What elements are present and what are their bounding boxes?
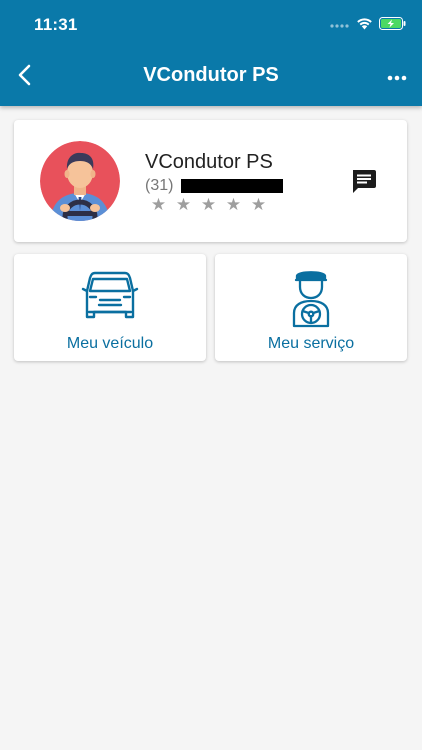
battery-icon (379, 17, 406, 35)
more-options-button[interactable] (384, 66, 410, 88)
phone-number: (31) (145, 177, 284, 195)
chat-button[interactable] (350, 168, 377, 195)
star-icon: ★ (200, 195, 217, 214)
chat-icon (350, 170, 377, 199)
signal-icon (330, 17, 350, 35)
app-header: 11:31 VCondutor PS (0, 0, 422, 106)
redacted-phone (181, 179, 284, 193)
star-icon: ★ (150, 195, 167, 214)
status-bar: 11:31 (0, 0, 422, 50)
my-vehicle-label: Meu veículo (66, 335, 154, 352)
page-title: VCondutor PS (143, 64, 279, 86)
car-icon (14, 267, 206, 327)
star-icon: ★ (250, 195, 267, 214)
wifi-icon (356, 17, 373, 35)
my-service-button[interactable]: Meu serviço (215, 254, 407, 361)
driver-avatar-icon (40, 141, 120, 221)
profile-card: VCondutor PS (31) ★ ★ ★ ★ ★ (14, 120, 407, 242)
driver-icon (215, 267, 407, 329)
star-icon: ★ (225, 195, 242, 214)
driver-name: VCondutor PS (145, 151, 273, 173)
my-service-label: Meu serviço (267, 335, 355, 352)
status-icons (330, 17, 406, 35)
my-vehicle-button[interactable]: Meu veículo (14, 254, 206, 361)
status-time: 11:31 (34, 15, 78, 34)
star-icon: ★ (175, 195, 192, 214)
phone-prefix: (31) (145, 177, 174, 194)
more-horizontal-icon (387, 68, 407, 86)
rating-stars: ★ ★ ★ ★ ★ (149, 196, 268, 213)
